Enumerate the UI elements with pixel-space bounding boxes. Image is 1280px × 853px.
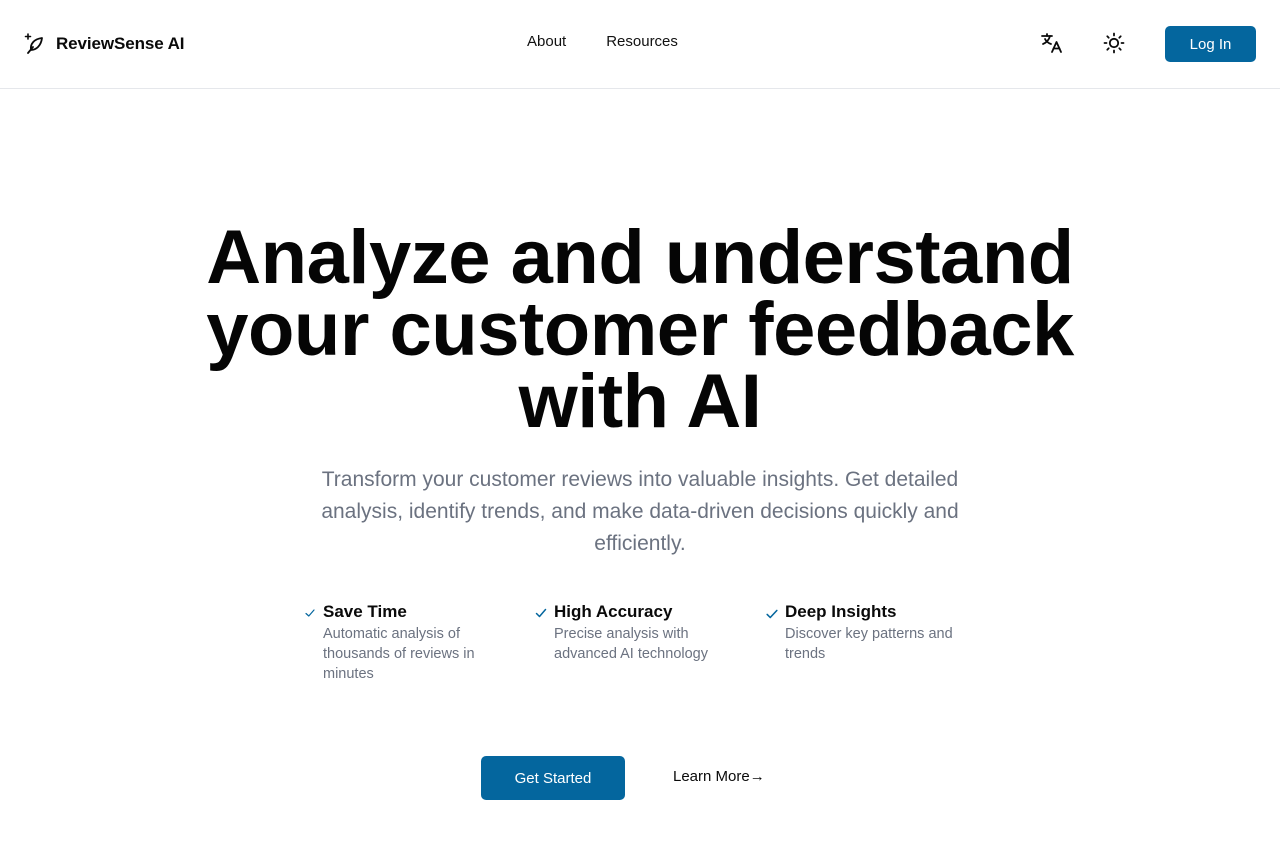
- theme-toggle-button[interactable]: [1102, 31, 1126, 55]
- hero-title: Analyze and understand your customer fee…: [206, 215, 1074, 444]
- feature-item: Deep Insights Discover key patterns and …: [765, 601, 980, 664]
- login-button[interactable]: Log In: [1165, 26, 1256, 62]
- get-started-button[interactable]: Get Started: [481, 756, 625, 800]
- language-button[interactable]: [1040, 31, 1064, 55]
- main-nav: About Resources: [527, 33, 678, 50]
- feature-title: Deep Insights: [785, 602, 897, 621]
- feature-list: Save Time Automatic analysis of thousand…: [303, 601, 983, 701]
- check-icon: [535, 608, 547, 618]
- site-header: ReviewSense AI About Resources Log In: [0, 0, 1280, 89]
- feature-item: Save Time Automatic analysis of thousand…: [303, 601, 503, 684]
- brand-logo[interactable]: ReviewSense AI: [22, 30, 184, 58]
- nav-about[interactable]: About: [527, 33, 566, 50]
- feature-title: Save Time: [323, 602, 407, 621]
- check-icon: [305, 609, 315, 617]
- translate-icon: [1041, 33, 1062, 53]
- sun-icon: [1103, 32, 1125, 54]
- brand-name: ReviewSense AI: [56, 34, 185, 53]
- feature-item: High Accuracy Precise analysis with adva…: [534, 601, 734, 664]
- feature-description: Precise analysis with advanced AI techno…: [554, 626, 708, 662]
- learn-more-link[interactable]: Learn More→: [673, 768, 765, 785]
- check-icon: [766, 609, 778, 619]
- nav-resources[interactable]: Resources: [606, 33, 678, 50]
- feature-description: Discover key patterns and trends: [785, 626, 953, 662]
- hero-subtitle: Transform your customer reviews into val…: [321, 468, 959, 555]
- feature-description: Automatic analysis of thousands of revie…: [323, 626, 475, 682]
- sparkle-feather-icon: [24, 33, 43, 54]
- feature-title: High Accuracy: [554, 602, 673, 621]
